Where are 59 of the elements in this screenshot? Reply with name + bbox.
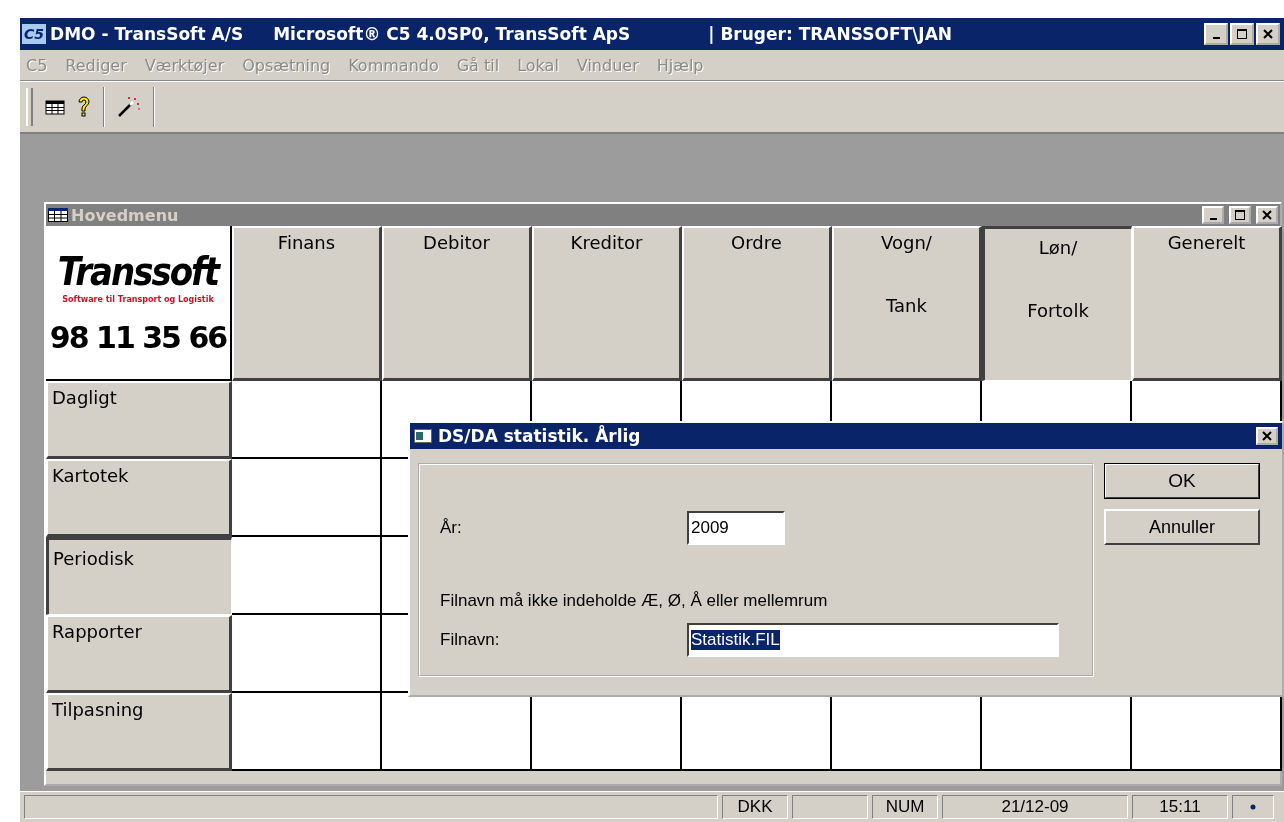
- logo-name: Transsoft: [57, 247, 219, 294]
- table-icon[interactable]: [45, 99, 65, 115]
- note-text: Filnavn må ikke indeholde Æ, Ø, Å eller mellemrum: [440, 591, 829, 611]
- minimize-button[interactable]: [1204, 23, 1228, 45]
- menu-cell[interactable]: [232, 693, 382, 771]
- row-header-button[interactable]: Rapporter: [46, 615, 232, 693]
- minimize-icon: [1212, 37, 1220, 39]
- status-pane: DKK: [722, 795, 788, 819]
- window-title: DMO - TransSoft A/S: [50, 24, 244, 44]
- close-icon: [1263, 29, 1273, 39]
- maximize-button[interactable]: [1229, 206, 1251, 224]
- row-header-button[interactable]: Tilpasning: [46, 693, 232, 771]
- column-header-button[interactable]: Generelt: [1132, 226, 1282, 381]
- status-indicator: [1232, 795, 1274, 819]
- status-pane: 21/12-09: [942, 795, 1128, 819]
- close-icon: [1262, 210, 1272, 220]
- year-field[interactable]: 2009: [687, 511, 785, 545]
- magic-wand-icon[interactable]: [117, 96, 141, 118]
- logo-tagline: Software til Transport og Logistik: [62, 294, 214, 304]
- maximize-icon: [1235, 210, 1245, 220]
- window-title: | Bruger: TRANSSOFT\JAN: [708, 24, 953, 44]
- column-header-button[interactable]: Kreditor: [532, 226, 682, 381]
- maximize-icon: [1237, 29, 1247, 39]
- close-button[interactable]: [1256, 206, 1278, 224]
- window-icon: [414, 429, 432, 443]
- menu-cell[interactable]: [232, 381, 382, 459]
- column-header-button[interactable]: Ordre: [682, 226, 832, 381]
- phone-number: 98 11 35 66: [49, 319, 227, 355]
- menu-cell[interactable]: [382, 693, 532, 771]
- column-header-button[interactable]: Vogn/ Tank: [832, 226, 982, 381]
- maximize-button[interactable]: [1230, 23, 1254, 45]
- row-header-button[interactable]: Dagligt: [46, 381, 232, 459]
- column-header-button[interactable]: Debitor: [382, 226, 532, 381]
- row-header-button[interactable]: Periodisk: [46, 537, 232, 615]
- app-icon: C5: [22, 24, 46, 44]
- field-label: Filnavn:: [440, 630, 501, 650]
- filename-field[interactable]: Statistik.FIL: [687, 623, 1059, 657]
- menu-cell[interactable]: [232, 615, 382, 693]
- close-button[interactable]: [1256, 427, 1278, 445]
- row-header-button[interactable]: Kartotek: [46, 459, 232, 537]
- dialog-title: DS/DA statistik. Årlig: [438, 426, 641, 446]
- status-pane: 15:11: [1132, 795, 1228, 819]
- field-label: År:: [440, 518, 463, 538]
- help-icon[interactable]: [77, 96, 91, 118]
- minimize-button[interactable]: [1202, 206, 1224, 224]
- dialog-button[interactable]: Annuller: [1104, 509, 1260, 545]
- window-title: Microsoft® C5 4.0SP0, TransSoft ApS: [273, 24, 631, 44]
- minimize-icon: [1209, 218, 1217, 220]
- close-button[interactable]: [1256, 23, 1280, 45]
- table-icon: [48, 208, 68, 222]
- column-header-button[interactable]: Løn/ Fortolk: [982, 226, 1132, 381]
- window-title: Hovedmenu: [71, 205, 179, 225]
- dialog-button[interactable]: OK: [1104, 463, 1260, 499]
- menu-cell[interactable]: [232, 459, 382, 537]
- toolbar-grip[interactable]: [26, 88, 33, 126]
- close-icon: [1262, 431, 1272, 441]
- menu-cell[interactable]: [232, 537, 382, 615]
- column-header-button[interactable]: Finans: [232, 226, 382, 381]
- status-pane: NUM: [872, 795, 938, 819]
